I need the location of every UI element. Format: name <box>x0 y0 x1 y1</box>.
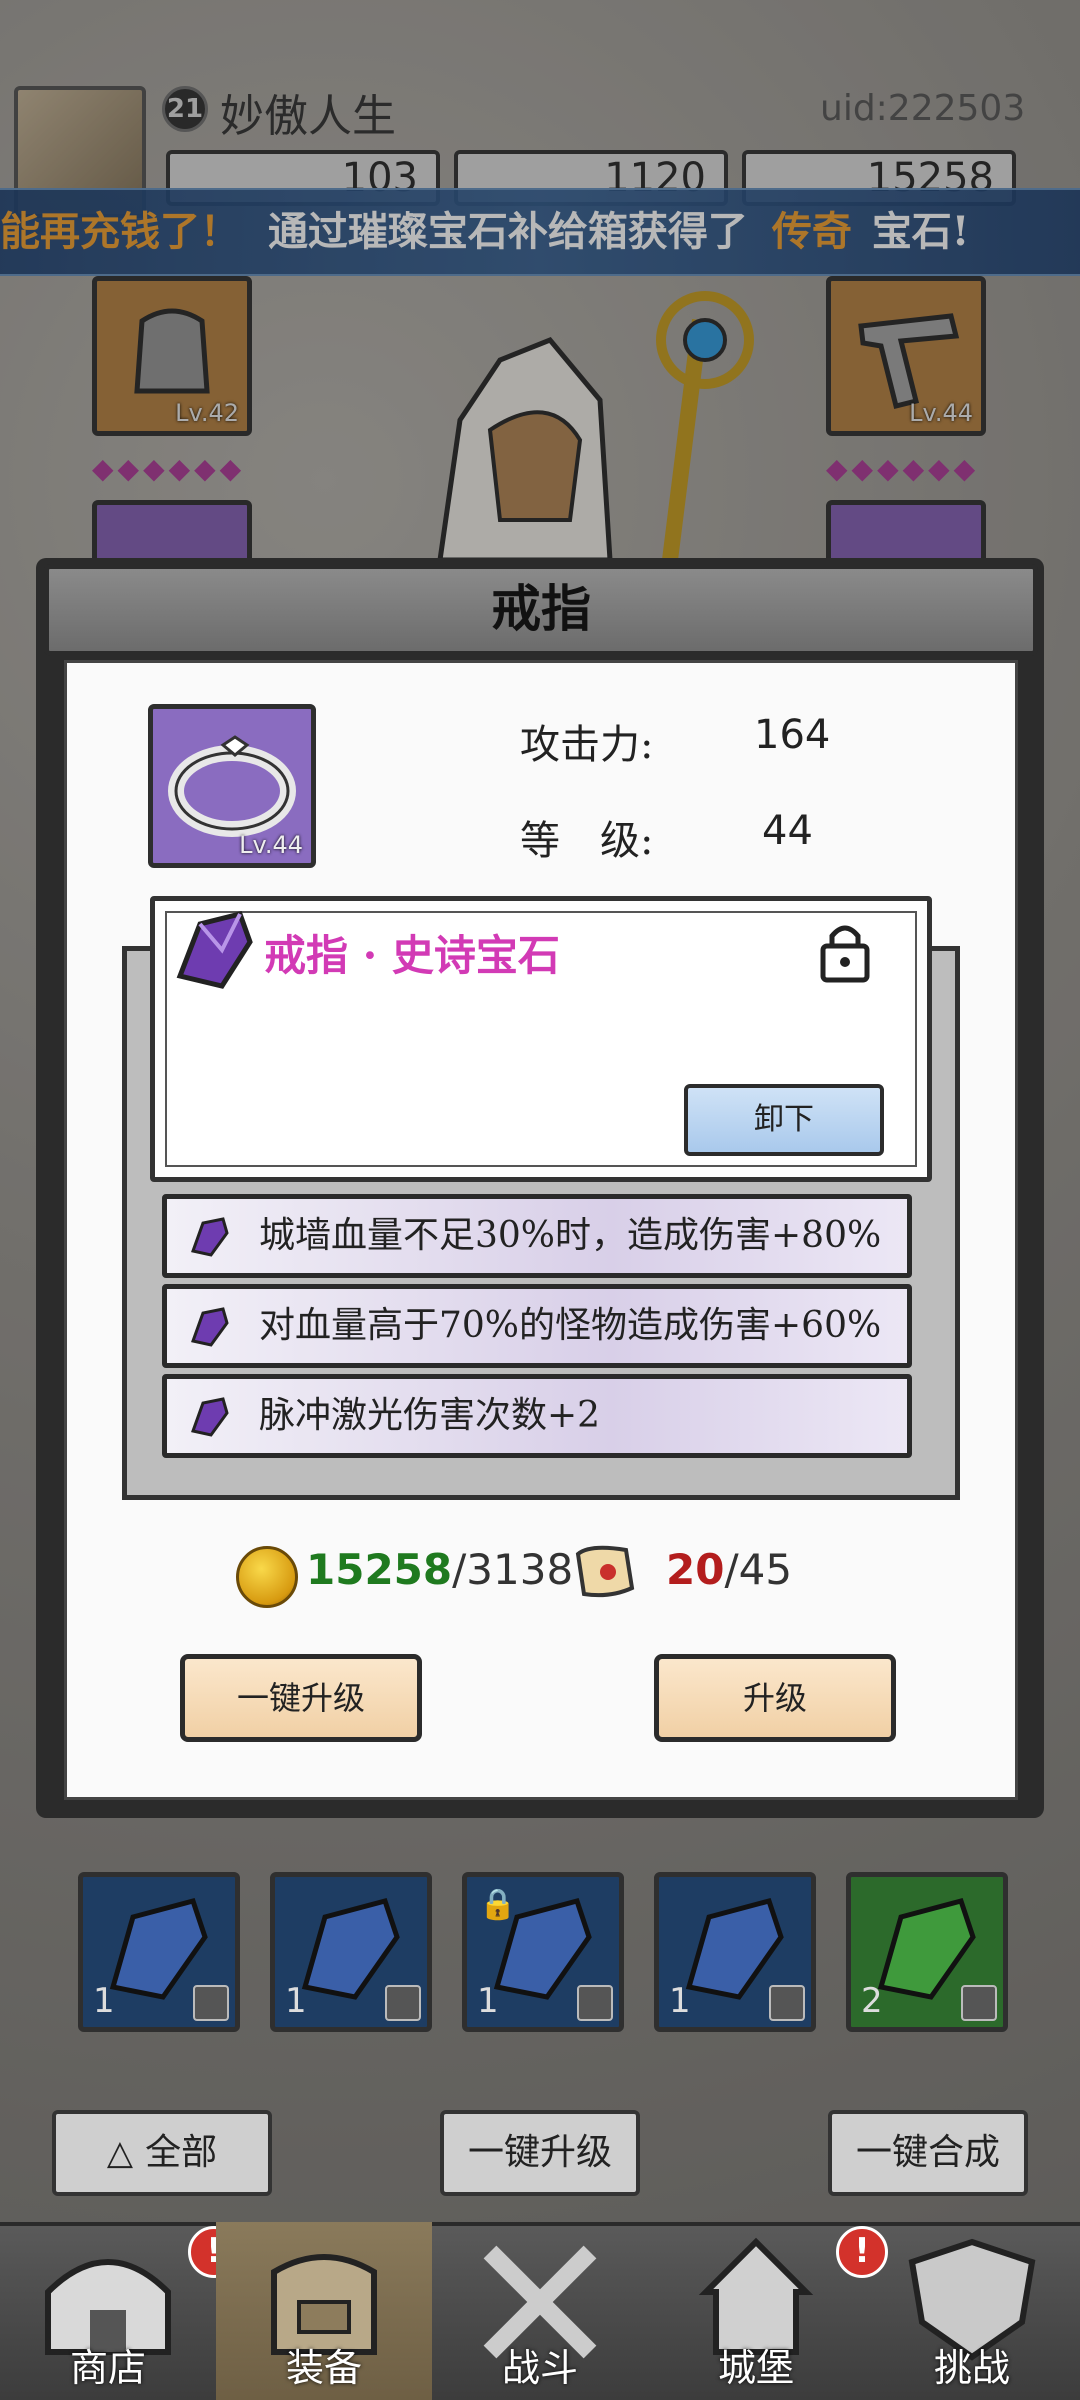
ring-type-icon <box>769 1985 805 2021</box>
nav-equipment[interactable]: 装备 <box>216 2222 432 2400</box>
gem-effect-row: 对血量高于70%的怪物造成伤害+60% <box>162 1284 912 1368</box>
ring-type-icon <box>577 1985 613 2021</box>
ring-item-slot: Lv.44 <box>148 704 316 868</box>
nav-castle-label: 城堡 <box>717 2346 794 2390</box>
upgrade-all-button[interactable]: 一键升级 <box>440 2110 640 2196</box>
coin-icon <box>236 1546 298 1608</box>
scroll-need: /45 <box>724 1545 793 1594</box>
inventory-gem-slot[interactable]: 1 <box>78 1872 240 2032</box>
ring-item-level: Lv.44 <box>239 831 303 859</box>
nav-challenge-label: 挑战 <box>933 2346 1010 2390</box>
inventory-count: 1 <box>285 1981 307 2021</box>
inventory-count: 2 <box>861 1981 883 2021</box>
effect-gem-icon <box>191 1397 229 1437</box>
gem-name: 戒指 · 史诗宝石 <box>264 931 560 980</box>
effect-gem-icon <box>191 1217 229 1257</box>
scroll-cost: 20/45 <box>666 1540 792 1600</box>
nav-shop-label: 商店 <box>69 2346 146 2390</box>
inventory-gem-slot[interactable]: 1 <box>270 1872 432 2032</box>
lock-icon[interactable] <box>818 918 872 984</box>
gem-effect-row: 脉冲激光伤害次数+2 <box>162 1374 912 1458</box>
filter-all-button[interactable]: △ 全部 <box>52 2110 272 2196</box>
inventory-gem-slot[interactable]: 1 <box>654 1872 816 2032</box>
triangle-icon: △ <box>106 2133 134 2173</box>
ring-type-icon <box>193 1985 229 2021</box>
ring-type-icon <box>385 1985 421 2021</box>
gem-effect-text-2: 对血量高于70%的怪物造成伤害+60% <box>259 1305 882 1346</box>
attack-label: 攻击力: <box>520 722 654 768</box>
nav-equipment-label: 装备 <box>285 2346 362 2390</box>
nav-challenge[interactable]: 挑战 <box>864 2222 1080 2400</box>
nav-shop[interactable]: 商店 <box>0 2222 216 2400</box>
scroll-icon <box>575 1545 635 1598</box>
inventory-gem-slot[interactable]: 🔒 1 <box>462 1872 624 2032</box>
inventory-count: 1 <box>669 1981 691 2021</box>
gem-effect-text-3: 脉冲激光伤害次数+2 <box>259 1395 601 1436</box>
inventory-count: 1 <box>477 1981 499 2021</box>
filter-all-label: 全部 <box>145 2132 218 2173</box>
gem-effect-row: 城墙血量不足30%时，造成伤害+80% <box>162 1194 912 1278</box>
nav-castle[interactable]: 城堡 <box>648 2222 864 2400</box>
unequip-button[interactable]: 卸下 <box>684 1084 884 1156</box>
one-key-upgrade-button[interactable]: 一键升级 <box>180 1654 422 1742</box>
coin-have: 15258 <box>306 1545 453 1594</box>
scroll-have: 20 <box>666 1545 725 1594</box>
epic-gem-icon <box>176 911 253 989</box>
gem-effect-text-1: 城墙血量不足30%时，造成伤害+80% <box>259 1215 882 1256</box>
nav-battle[interactable]: 战斗 <box>432 2222 648 2400</box>
inventory-count: 1 <box>93 1981 115 2021</box>
nav-battle-label: 战斗 <box>501 2346 578 2390</box>
attack-value: 164 <box>754 712 831 758</box>
modal-title: 戒指 <box>44 564 1038 656</box>
effect-gem-icon <box>191 1307 229 1347</box>
level-value: 44 <box>762 808 813 854</box>
shield-type-icon <box>961 1985 997 2021</box>
coin-need: /3138 <box>452 1545 574 1594</box>
upgrade-button[interactable]: 升级 <box>654 1654 896 1742</box>
inventory-gem-slot[interactable]: 2 <box>846 1872 1008 2032</box>
coin-cost: 15258/3138 <box>306 1540 573 1600</box>
merge-all-button[interactable]: 一键合成 <box>828 2110 1028 2196</box>
level-label: 等 级: <box>520 818 654 864</box>
lock-icon: 🔒 <box>479 1887 517 1922</box>
